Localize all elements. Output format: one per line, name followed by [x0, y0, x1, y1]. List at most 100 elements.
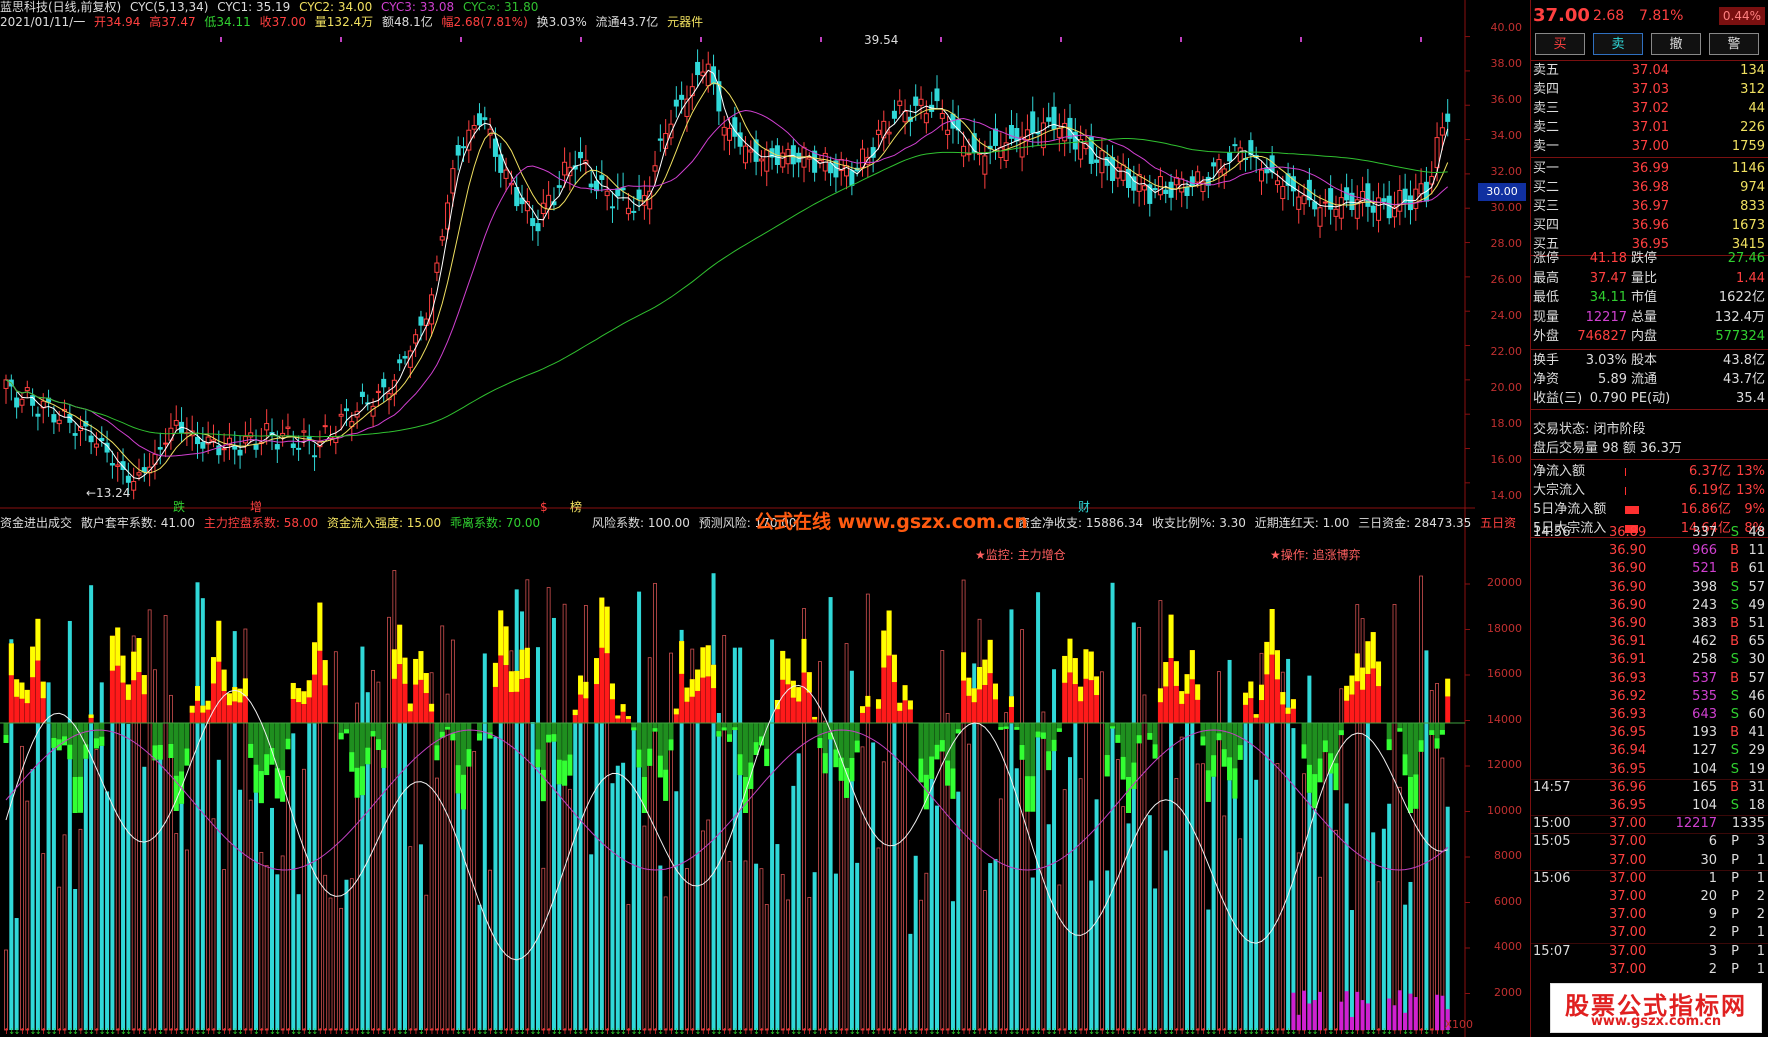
sell-button[interactable]: 卖: [1593, 33, 1643, 55]
tick-row[interactable]: 37.00 2 P 1: [1531, 961, 1768, 979]
tick-row[interactable]: 14:56 36.89 337 S 48: [1531, 524, 1768, 542]
tick-row[interactable]: 36.94 127 S 29: [1531, 742, 1768, 760]
flow-bar: [1625, 506, 1639, 514]
volume-bar: [626, 904, 631, 1031]
candle-body: [886, 131, 892, 135]
stock-name[interactable]: 蓝思科技(日线,前复权): [0, 0, 121, 14]
tick-row[interactable]: 37.00 2 P 1: [1531, 924, 1768, 942]
buy-button[interactable]: 买: [1535, 33, 1585, 55]
volume-bar: [551, 617, 556, 1030]
event-label-fall[interactable]: 跌: [173, 500, 185, 515]
level-label: 卖三: [1533, 101, 1560, 116]
event-label-list[interactable]: 榜: [570, 500, 582, 515]
tick-row[interactable]: 15:07 37.00 3 P 1: [1531, 943, 1768, 961]
outflow-cap: [67, 744, 73, 760]
candle-body: [790, 145, 796, 165]
candle-body: [913, 96, 919, 106]
inflow-cap: [1354, 653, 1360, 682]
ask-level[interactable]: 卖三 37.02 44: [1531, 99, 1768, 118]
tick-row[interactable]: 37.00 9 P 2: [1531, 906, 1768, 924]
tick-row[interactable]: 36.93 537 B 57: [1531, 670, 1768, 688]
candle-body: [1338, 197, 1344, 219]
candle-body: [274, 444, 280, 450]
candle-body: [1189, 176, 1195, 187]
inflow-cap: [1243, 692, 1249, 705]
level-label: 买二: [1533, 180, 1560, 195]
price-change-pct: 7.81%: [1639, 8, 1684, 24]
indicator-name[interactable]: 资金进出成交: [0, 516, 72, 530]
tick-row[interactable]: 36.90 398 S 57: [1531, 579, 1768, 597]
tick-row[interactable]: 15:00 37.00 12217 1335: [1531, 815, 1768, 833]
tick-row[interactable]: 36.92 535 S 46: [1531, 688, 1768, 706]
tick-row[interactable]: 36.95 104 S 18: [1531, 797, 1768, 815]
bid-level[interactable]: 买一 36.99 1146: [1531, 159, 1768, 178]
stat-row: 收益(三) 0.790 PE(动) 35.4: [1531, 389, 1768, 408]
inflow-cap: [296, 688, 302, 703]
volume-bar: [855, 862, 860, 1030]
candle-body: [828, 163, 834, 174]
ask-level[interactable]: 卖五 37.04 134: [1531, 61, 1768, 80]
bid-level[interactable]: 买二 36.98 974: [1531, 178, 1768, 197]
tick-row[interactable]: 36.90 383 B 51: [1531, 615, 1768, 633]
tick-row[interactable]: 36.91 258 S 30: [1531, 651, 1768, 669]
candle-body: [19, 398, 25, 406]
bid-level[interactable]: 买四 36.96 1673: [1531, 216, 1768, 235]
alert-button[interactable]: 警: [1709, 33, 1759, 55]
outflow-cap: [285, 738, 291, 750]
tick-row[interactable]: 36.93 643 S 60: [1531, 706, 1768, 724]
level-volume: 44: [1748, 101, 1765, 116]
inflow-cap: [1094, 676, 1100, 696]
bar-close: 收37.00: [259, 15, 306, 29]
ask-level[interactable]: 卖二 37.01 226: [1531, 118, 1768, 137]
volume-bar: [216, 759, 221, 1030]
tick-row[interactable]: 36.90 966 B 11: [1531, 542, 1768, 560]
price-axis-label: 36.00: [1490, 93, 1523, 106]
inflow-cap: [8, 643, 14, 676]
candle-body: [1370, 205, 1376, 213]
inflow-cap: [891, 654, 897, 683]
outflow-cap: [3, 735, 9, 743]
level-volume: 1759: [1731, 139, 1765, 154]
tick-row[interactable]: 36.91 462 B 65: [1531, 633, 1768, 651]
volume-bar: [892, 676, 897, 1030]
tick-row[interactable]: 36.90 521 B 61: [1531, 560, 1768, 578]
event-label-finance[interactable]: 财: [1078, 500, 1090, 515]
inflow-cap: [886, 610, 892, 656]
event-label-increase[interactable]: 增: [250, 500, 262, 515]
tick-row[interactable]: 15:05 37.00 6 P 3: [1531, 833, 1768, 851]
outflow-cap: [455, 765, 461, 794]
tick-row[interactable]: 36.90 243 S 49: [1531, 597, 1768, 615]
outflow-cap: [1019, 745, 1025, 760]
ask-level[interactable]: 卖四 37.03 312: [1531, 80, 1768, 99]
tick-price: 37.00: [1609, 870, 1647, 886]
stat-label: 涨停: [1533, 251, 1560, 266]
ask-level[interactable]: 卖一 37.00 1759: [1531, 137, 1768, 156]
tick-row[interactable]: 14:57 36.96 165 B 31: [1531, 779, 1768, 797]
volume-bar: [1163, 850, 1168, 1030]
tick-row[interactable]: 15:06 37.00 1 P 1: [1531, 870, 1768, 888]
inflow-cap: [609, 683, 615, 700]
candle-body: [881, 120, 887, 139]
level-price: 36.99: [1631, 161, 1669, 176]
tick-row[interactable]: 37.00 30 P 1: [1531, 852, 1768, 870]
cancel-order-button[interactable]: 撤: [1651, 33, 1701, 55]
outflow-cap: [354, 767, 360, 798]
volume-bar: [897, 761, 902, 1031]
price-axis-label: 18.00: [1490, 417, 1523, 430]
tick-row[interactable]: 36.95 193 B 41: [1531, 724, 1768, 742]
top-marker: [460, 37, 462, 42]
inflow-cap: [30, 646, 36, 678]
outflow-cap: [1232, 768, 1238, 799]
volume-bar: [993, 858, 998, 1030]
change-badge[interactable]: 0.44%: [1718, 7, 1765, 25]
volume-bar: [1387, 803, 1392, 1030]
bid-level[interactable]: 买三 36.97 833: [1531, 197, 1768, 216]
inflow-cap: [1008, 696, 1014, 707]
tick-row[interactable]: 37.00 20 P 2: [1531, 888, 1768, 906]
event-label-dollar[interactable]: $: [540, 500, 548, 515]
fund-strength-bar: [1360, 1000, 1365, 1030]
tick-row[interactable]: 36.95 104 S 19: [1531, 761, 1768, 779]
inflow-cap: [625, 716, 631, 719]
kline-chart-area[interactable]: ↑ ↓ ↓ ↑ ↑ ↓ ↓ ↑ ↓ ↓ ↑ ↑ ↓ ↓ ↑ ↓ ↓ ↑ ↓ ↓ ↓ ↑ ↓ ↓ ↑ ↑ ↓ ↑ ↑ ↓ ↑ ↑ ↑ ↓ ↑ ↑ ↓ ↓ ↑ ↑…: [0, 0, 1526, 1037]
sector-tag[interactable]: 元器件: [667, 15, 703, 29]
